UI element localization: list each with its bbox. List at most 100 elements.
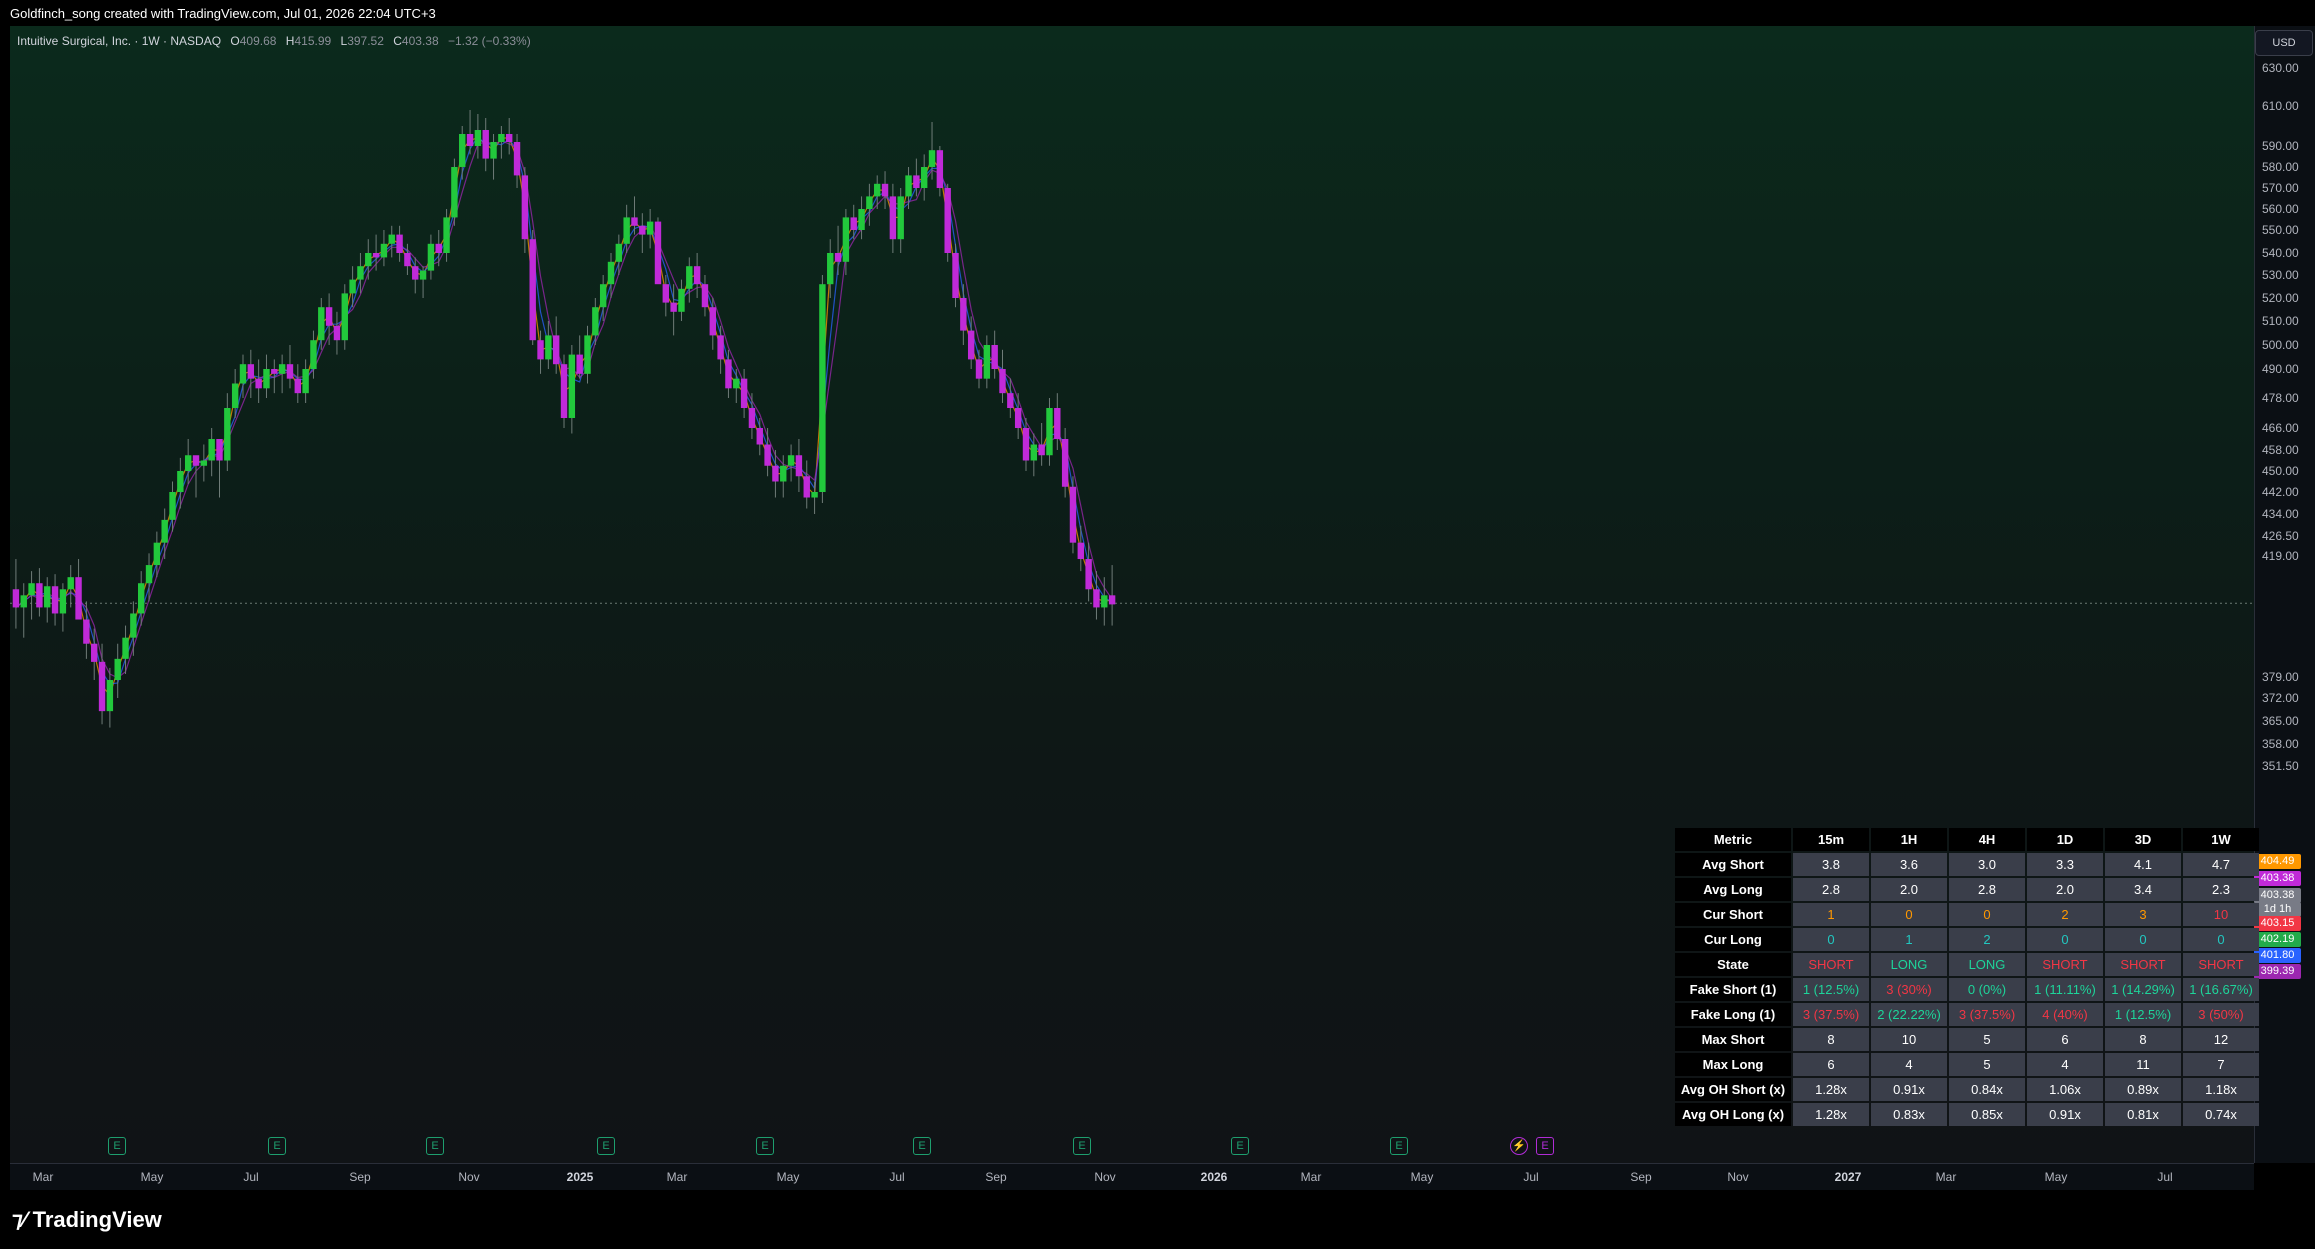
earnings-marker[interactable]: E [108,1137,126,1155]
earnings-marker[interactable]: E [1073,1137,1091,1155]
candle-body [318,307,325,341]
candle-body [20,595,27,608]
metric-value: 0.74x [2183,1103,2259,1126]
earnings-marker[interactable]: E [1231,1137,1249,1155]
table-row: Max Short 8 10 5 6 8 12 [1675,1028,2259,1051]
time-tick: Mar [1935,1170,1957,1184]
candle-body [372,253,380,258]
candle-body [811,492,818,498]
candle-body [905,175,912,197]
price-tick: 590.00 [2262,139,2299,153]
time-tick: Sep [1630,1170,1652,1184]
metric-value: 2.8 [1793,878,1869,901]
dividend-flash-icon[interactable]: ⚡ [1510,1137,1528,1155]
metric-value: 6 [1793,1053,1869,1076]
open-label: O [230,34,240,48]
candle-body [380,243,388,258]
price-tick: 458.00 [2262,443,2299,457]
metric-label: Avg OH Long (x) [1675,1103,1791,1126]
candle-body [733,378,740,389]
metric-value: 4.7 [2183,853,2259,876]
earnings-marker[interactable]: E [913,1137,931,1155]
metric-value: 3.8 [1793,853,1869,876]
time-tick: Nov [1094,1170,1116,1184]
candle-body [639,225,646,235]
metric-label: Avg Long [1675,878,1791,901]
symbol-name: Intuitive Surgical, Inc. · 1W · NASDAQ [17,34,222,48]
candle-body [975,359,983,379]
metric-value: 7 [2183,1053,2259,1076]
candle-body [850,217,857,230]
candle-body [1085,559,1092,590]
table-header-cell: 1H [1871,828,1947,851]
candle-body [404,253,411,267]
footer [0,1190,2315,1249]
metric-value: 3 [2105,903,2181,926]
metric-value: 0.89x [2105,1078,2181,1101]
earnings-marker[interactable]: E [426,1137,444,1155]
candle-body [780,465,787,482]
price-tag: 404.49 [2254,854,2301,869]
metric-value: 2.0 [2027,878,2103,901]
candle-body [459,134,466,167]
time-axis[interactable] [10,1163,2254,1190]
table-header-cell: 1W [2183,828,2259,851]
time-tick: May [140,1170,164,1184]
time-tick: Nov [458,1170,480,1184]
change-value: −1.32 (−0.33%) [447,34,531,48]
table-header-cell: 1D [2027,828,2103,851]
metric-value: 2.3 [2183,878,2259,901]
price-tick: 434.00 [2262,507,2299,521]
price-tick: 379.00 [2262,670,2299,684]
price-tick: 530.00 [2262,268,2299,282]
earnings-marker[interactable]: E [756,1137,774,1155]
low-value: 397.52 [347,34,384,48]
earnings-marker[interactable]: E [1390,1137,1408,1155]
candle-body [59,589,67,614]
metric-value: 2 [1949,928,2025,951]
metric-value: 1 (14.29%) [2105,978,2181,1001]
candle-body [153,542,161,566]
metric-value: 0 [2183,928,2259,951]
metric-value: 4 [2027,1053,2103,1076]
candle-body [177,471,184,492]
candle-body [1108,595,1116,605]
metric-value: 0 [2105,928,2181,951]
time-tick: Mar [32,1170,54,1184]
snapshot-title: Goldfinch_song created with TradingView.… [10,6,436,21]
table-header-cell: 3D [2105,828,2181,851]
time-tick: Jul [1523,1170,1539,1184]
price-tick: 510.00 [2262,314,2299,328]
candle-body [1022,428,1030,461]
metric-value: 3 (50%) [2183,1003,2259,1026]
metric-label: State [1675,953,1791,976]
price-tick: 570.00 [2262,181,2299,195]
earnings-marker[interactable]: E [268,1137,286,1155]
tradingview-logo[interactable]: ⁊⁄ TradingView [12,1207,162,1233]
candle-body [310,340,317,369]
price-tick: 520.00 [2262,291,2299,305]
candle-body [231,383,239,408]
candle-body [349,279,356,294]
price-axis[interactable] [2254,26,2315,1163]
price-tick: 365.00 [2262,714,2299,728]
metric-value: 2.8 [1949,878,2025,901]
candle-body [631,217,638,226]
candle-body [83,619,90,644]
metric-value: 1 (12.5%) [1793,978,1869,1001]
close-value: 403.38 [401,34,439,48]
table-row: State SHORT LONG LONG SHORT SHORT SHORT [1675,953,2259,976]
close-label: C [393,34,402,48]
currency-button[interactable]: USD [2255,30,2313,56]
metric-value: 1 [1871,928,1947,951]
candle-body [560,364,568,418]
time-tick: 2025 [566,1170,594,1184]
time-tick: Jul [889,1170,905,1184]
table-header-cell: 15m [1793,828,1869,851]
price-tick: 490.00 [2262,362,2299,376]
price-tick: 426.50 [2262,529,2299,543]
candle-body [184,455,192,471]
candle-body [286,364,294,379]
earnings-marker[interactable]: E [1536,1137,1554,1155]
earnings-marker[interactable]: E [597,1137,615,1155]
